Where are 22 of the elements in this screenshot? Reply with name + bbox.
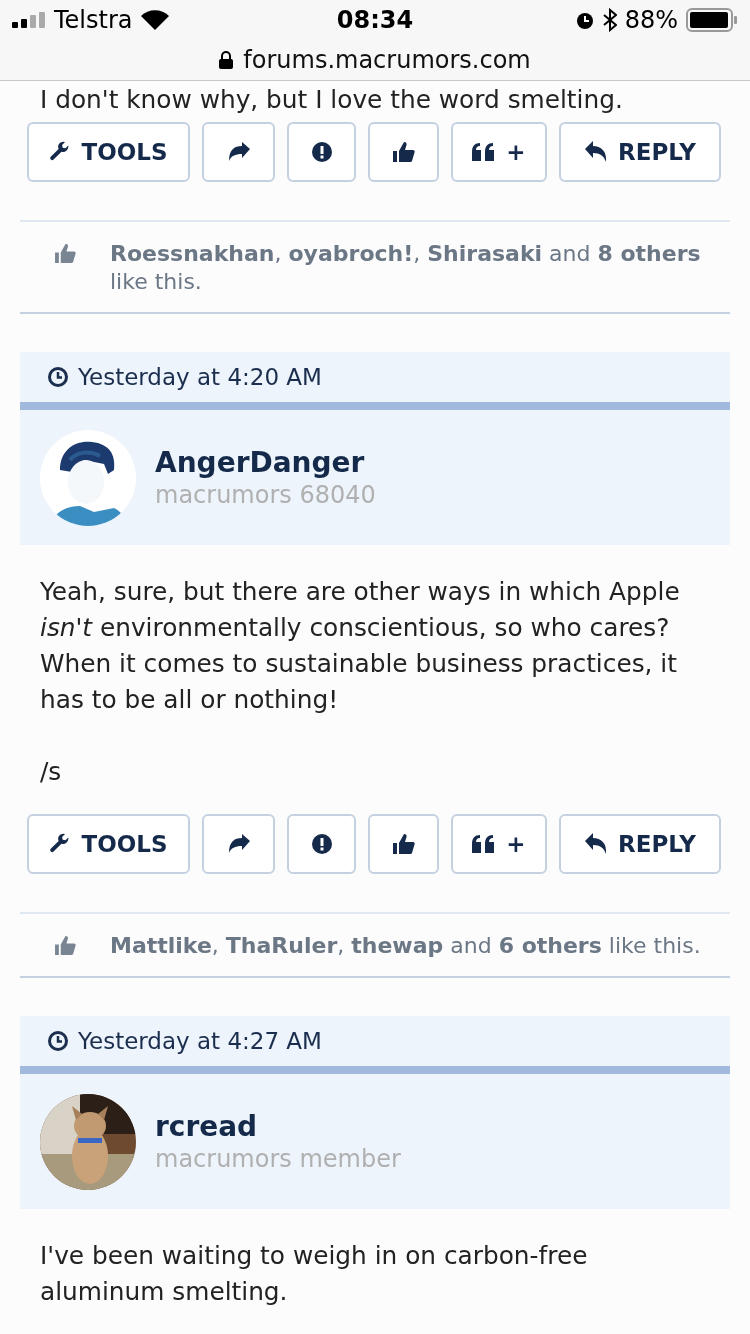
post-date[interactable]: Yesterday at 4:27 AM [78, 1028, 322, 1054]
alarm-icon [574, 10, 595, 30]
message-text: I don't know why, but I love the word smelting. [40, 84, 624, 116]
message-text: /s [40, 756, 63, 788]
lock-icon [219, 51, 234, 69]
author-role: macrumors 68040 [155, 479, 376, 510]
author-name[interactable]: AngerDanger [155, 445, 376, 480]
url-text[interactable]: forums.macrumors.com [243, 46, 531, 74]
bluetooth-icon [602, 8, 617, 32]
author-role: macrumors member [155, 1143, 401, 1174]
signal-icon [12, 12, 46, 28]
carrier-name: Telstra [54, 6, 133, 34]
message-text: I've been waiting to weigh in on carbon-free aluminum smelting. [40, 1240, 589, 1308]
message-text: Yeah, sure, but there are other ways in which Apple isn't environmentally conscientious, so who cares? When it comes to sustainable business practices, it has to be all or nothing! [40, 576, 681, 716]
clock-time: 08:34 [336, 6, 414, 34]
likes-text: Mattlike, ThaRuler, thewap and 6 others like this. [110, 932, 701, 960]
wifi-icon [140, 10, 169, 30]
battery-icon [686, 8, 738, 32]
author-name[interactable]: rcread [155, 1109, 401, 1144]
battery-percent: 88% [624, 6, 678, 34]
post-date[interactable]: Yesterday at 4:20 AM [78, 364, 322, 390]
likes-text: Roessnakhan, oyabroch!, Shirasaki and 8 others like this. [110, 240, 702, 296]
